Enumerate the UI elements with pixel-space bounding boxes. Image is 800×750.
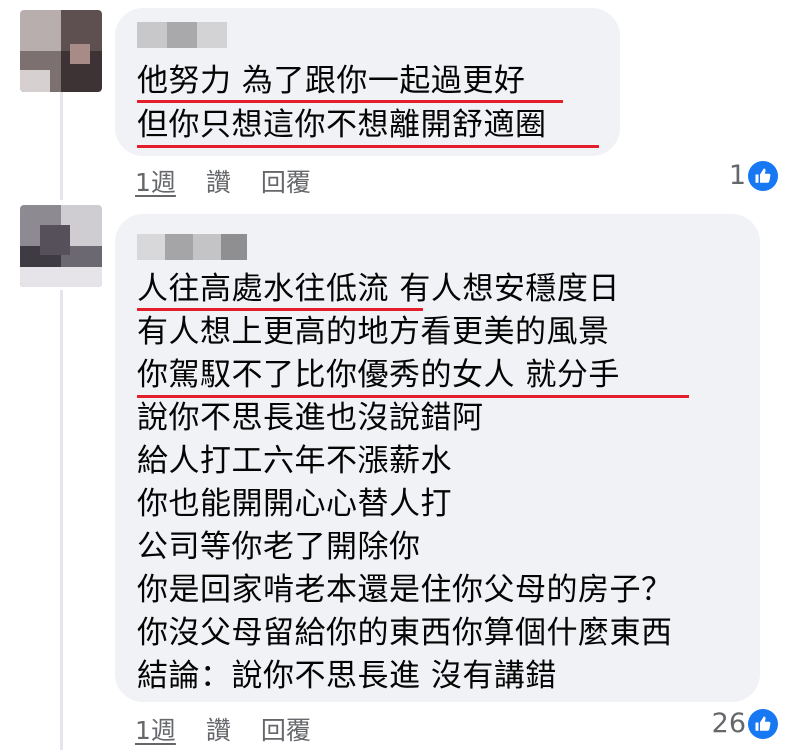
thread-connector [60,90,63,200]
timestamp-link[interactable]: 1週 [135,163,176,199]
like-button[interactable]: 讚 [206,163,231,199]
comment-actions: 1週 讚 回覆 [135,711,311,747]
red-underline [137,100,563,103]
avatar[interactable] [20,10,102,92]
author-name[interactable] [137,234,247,260]
comment-text-line: 你駕馭不了比你優秀的女人 就分手 [137,357,620,393]
reply-button[interactable]: 回覆 [261,711,311,747]
comment-text-line: 公司等你老了開除你 [137,529,421,565]
comment-text-line: 他努力 為了跟你一起過更好 [137,63,526,99]
comment-text-line: 你是回家啃老本還是住你父母的房子？ [137,572,673,608]
comment-actions: 1週 讚 回覆 [135,163,311,199]
reaction-count: 26 [711,708,746,739]
reaction-summary[interactable]: 1 [729,160,778,191]
comment-text-line: 給人打工六年不漲薪水 [137,443,452,479]
reaction-summary[interactable]: 26 [712,708,778,739]
like-button[interactable]: 讚 [206,711,231,747]
red-underline [137,145,599,148]
avatar[interactable] [20,205,102,287]
comment-text-line: 結論：說你不思長進 沒有講錯 [137,658,557,694]
comment-text-line: 你也能開開心心替人打 [137,486,452,522]
comment-text-line: 你沒父母留給你的東西你算個什麼東西 [137,615,673,651]
thumbs-up-like-icon [748,160,778,191]
thread-connector [60,290,63,750]
timestamp-link[interactable]: 1週 [135,711,176,747]
reaction-count: 1 [728,160,746,191]
comment-text-line: 但你只想這你不想離開舒適圈 [137,107,547,143]
comment-bubble: 人往高處水往低流 有人想安穩度日 有人想上更高的地方看更美的風景 你駕馭不了比你… [115,214,760,702]
comment-text-line: 人往高處水往低流 有人想安穩度日 [137,271,620,307]
comment-text-line: 說你不思長進也沒說錯阿 [137,400,484,436]
thumbs-up-like-icon [748,708,778,739]
author-name[interactable] [137,22,227,48]
comment-bubble: 他努力 為了跟你一起過更好 但你只想這你不想離開舒適圈 [115,8,620,156]
comment-text-line: 有人想上更高的地方看更美的風景 [137,314,610,350]
reply-button[interactable]: 回覆 [261,163,311,199]
